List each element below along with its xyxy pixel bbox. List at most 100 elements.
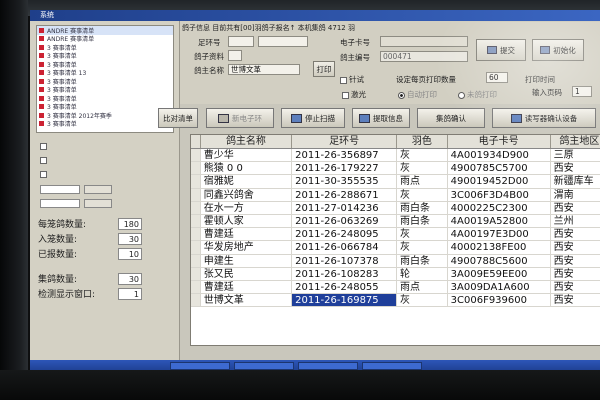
cell-region[interactable]: 新疆库车: [551, 175, 600, 187]
row-indicator[interactable]: [191, 241, 201, 254]
cell-owner[interactable]: 申建生: [201, 254, 293, 267]
race-tree[interactable]: ANDRE 赛事清单 ANDRE 赛事清单 3 赛事清单 3 赛事清单 3 赛事清单 3 …: [36, 25, 174, 133]
cell-color[interactable]: 灰: [397, 228, 448, 241]
radio-no-print[interactable]: 未鸽打印: [458, 89, 497, 100]
tree-item[interactable]: ANDRE 赛事清单: [37, 35, 173, 43]
pigeon-input[interactable]: [228, 50, 242, 61]
cell-ring[interactable]: 2011-26-248055: [292, 280, 398, 294]
cell-owner[interactable]: 华发房地产: [201, 241, 293, 254]
print-button[interactable]: 打印: [313, 61, 335, 77]
cell-color[interactable]: 雨点: [397, 175, 448, 188]
taskbar-item[interactable]: [298, 362, 358, 370]
cell-owner[interactable]: 同鑫兴鸽舍: [201, 188, 293, 201]
owner-input[interactable]: 世博文革: [228, 64, 300, 75]
tree-item[interactable]: 3 赛事清单 2012年赛季: [37, 111, 173, 120]
sidebar-checkbox-3[interactable]: [40, 171, 50, 178]
stat-value[interactable]: 10: [118, 247, 142, 260]
sidebar-mini-button[interactable]: [84, 199, 112, 208]
cell-region[interactable]: 西安: [551, 162, 600, 174]
cell-ring[interactable]: 2011-26-107378: [292, 254, 398, 267]
ring-input-prefix[interactable]: [228, 36, 254, 47]
cell-color[interactable]: 灰: [397, 162, 448, 175]
cell-region[interactable]: 西安: [551, 268, 600, 280]
cell-ring[interactable]: 2011-26-063269: [292, 214, 398, 228]
count-option[interactable]: 针试: [340, 74, 364, 85]
table-row[interactable]: 熊猿 0 0 2011-26-179227 灰 4900785C5700 西安: [191, 162, 600, 176]
init-button[interactable]: 初始化: [532, 39, 584, 61]
stop-scan-button[interactable]: 停止扫描: [281, 108, 345, 128]
tree-item[interactable]: 3 赛事清单: [37, 94, 173, 103]
cell-owner[interactable]: 霍顿人家: [201, 214, 293, 228]
sidebar-mini-field[interactable]: [40, 185, 80, 194]
row-indicator[interactable]: [191, 149, 201, 162]
stat-value[interactable]: 30: [118, 272, 142, 285]
cell-color[interactable]: 雨白条: [397, 201, 448, 214]
col-region[interactable]: 鸽主地区: [551, 135, 600, 148]
confirm-pigeon-button[interactable]: 集鸽确认: [417, 108, 485, 128]
cell-region[interactable]: 西安: [551, 228, 600, 240]
row-indicator[interactable]: [191, 228, 201, 241]
row-indicator[interactable]: [191, 162, 201, 175]
row-indicator[interactable]: [191, 188, 201, 201]
cell-region[interactable]: 西安: [551, 294, 600, 306]
table-row[interactable]: 在水一方 2011-27-014236 雨白条 4000225C2300 西安: [191, 201, 600, 215]
table-row[interactable]: 曹少华 2011-26-356897 灰 4A001934D900 三原: [191, 149, 600, 163]
cell-card[interactable]: 4A001934D900: [448, 149, 551, 162]
cell-ring[interactable]: 2011-30-355535: [292, 175, 398, 188]
cell-color[interactable]: 雨白条: [397, 214, 448, 228]
cell-card[interactable]: 4A0019A52800: [448, 214, 551, 228]
tree-item[interactable]: 3 赛事清单 13: [37, 69, 173, 77]
tree-item[interactable]: 3 赛事清单: [37, 120, 173, 128]
page-count-input[interactable]: 60: [486, 72, 508, 83]
cell-card[interactable]: 3A009DA1A600: [448, 280, 551, 294]
radio-auto-print[interactable]: 自动打印: [398, 89, 437, 100]
cell-region[interactable]: 兰州: [551, 215, 600, 227]
cell-card[interactable]: 4900788C5600: [448, 254, 551, 267]
cell-card[interactable]: 3C006F939600: [448, 294, 551, 307]
table-row[interactable]: 华发房地产 2011-26-066784 灰 40002138FE00 西安: [191, 241, 600, 255]
sidebar-checkbox-1[interactable]: [40, 143, 50, 150]
cell-region[interactable]: 三原: [551, 149, 600, 161]
cell-ring[interactable]: 2011-27-014236: [292, 201, 398, 214]
cell-region[interactable]: 西安: [551, 241, 600, 253]
cell-region[interactable]: 西安: [551, 202, 600, 214]
ring-input[interactable]: [258, 36, 308, 47]
tree-item[interactable]: 3 赛事清单: [37, 60, 173, 69]
cell-color[interactable]: 灰: [397, 294, 448, 307]
taskbar-item[interactable]: [362, 362, 422, 370]
radio-laser[interactable]: 激光: [342, 89, 366, 100]
stat-value[interactable]: 180: [118, 217, 142, 230]
tree-item[interactable]: ANDRE 赛事清单: [37, 26, 173, 35]
taskbar-item[interactable]: [234, 362, 294, 370]
cell-owner[interactable]: 曹少华: [201, 149, 293, 162]
cell-color[interactable]: 灰: [397, 188, 448, 201]
col-color[interactable]: 羽色: [397, 135, 448, 148]
table-row[interactable]: 曹建廷 2011-26-248055 雨点 3A009DA1A600 西安: [191, 280, 600, 295]
col-owner[interactable]: 鸽主名称: [201, 135, 293, 148]
stat-value[interactable]: 1: [118, 287, 142, 300]
cell-card[interactable]: 4A00197E3D00: [448, 228, 551, 241]
cell-color[interactable]: 雨点: [397, 280, 448, 294]
row-indicator[interactable]: [191, 280, 201, 294]
cell-ring[interactable]: 2011-26-066784: [292, 241, 398, 254]
cell-card[interactable]: 4900785C5700: [448, 162, 551, 175]
table-row[interactable]: 张又民 2011-26-108283 轮 3A009E59EE00 西安: [191, 267, 600, 281]
row-indicator[interactable]: [191, 254, 201, 267]
table-row[interactable]: 同鑫兴鸽舍 2011-26-288671 灰 3C006F3D4B00 渭南: [191, 188, 600, 202]
cell-owner[interactable]: 张又民: [201, 267, 293, 280]
cell-ring[interactable]: 2011-26-108283: [292, 267, 398, 280]
new-ring-button[interactable]: 新电子环: [206, 108, 274, 128]
cell-color[interactable]: 雨白条: [397, 254, 448, 267]
cell-ring[interactable]: 2011-26-288671: [292, 188, 398, 201]
compare-list-button[interactable]: 比对清单: [158, 108, 198, 128]
table-row[interactable]: 申建生 2011-26-107378 雨白条 4900788C5600 西安: [191, 254, 600, 268]
tree-item[interactable]: 3 赛事清单: [37, 43, 173, 52]
cell-region[interactable]: 西安: [551, 255, 600, 267]
cell-color[interactable]: 灰: [397, 149, 448, 162]
sidebar-mini-field[interactable]: [40, 199, 80, 208]
table-row[interactable]: 世博文革 2011-26-169875 灰 3C006F939600 西安: [191, 294, 600, 308]
table-row[interactable]: 曹建廷 2011-26-248095 灰 4A00197E3D00 西安: [191, 228, 600, 242]
extract-info-button[interactable]: 提取信息: [352, 108, 410, 128]
owner-no-input[interactable]: 000471: [380, 51, 468, 62]
submit-button[interactable]: 提交: [476, 39, 526, 61]
